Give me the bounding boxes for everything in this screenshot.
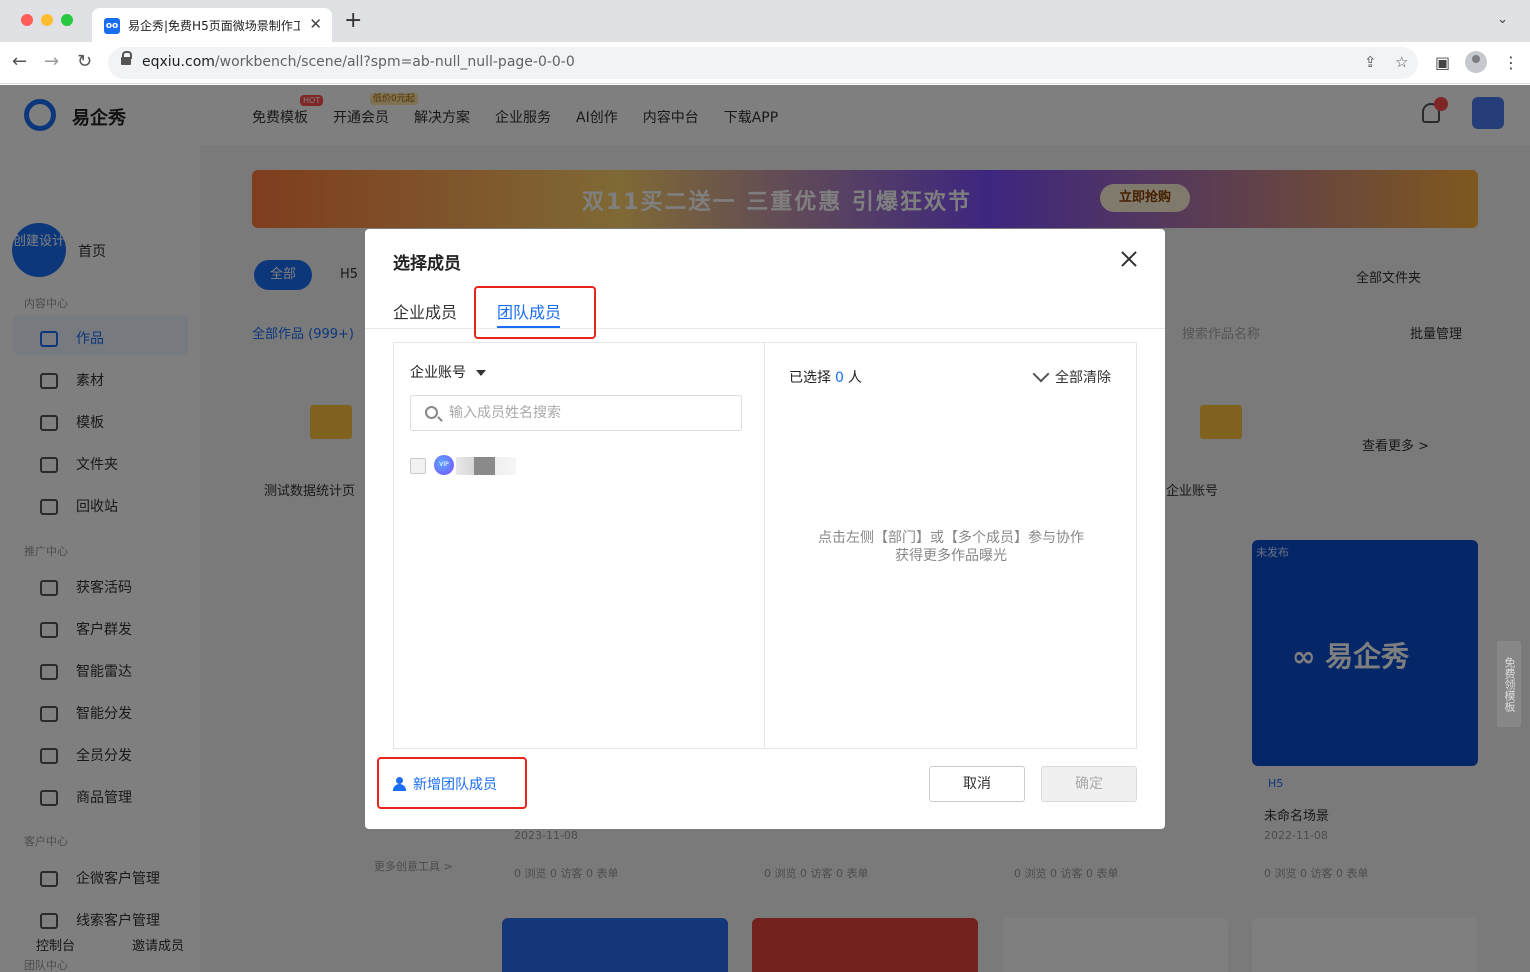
selected-members-pane: 已选择 0 人 全部清除 点击左侧【部门】或【多个成员】参与协作 获得更多作品曝光 — [765, 343, 1137, 748]
reload-icon[interactable]: ↻ — [77, 52, 92, 72]
close-icon[interactable] — [1117, 247, 1141, 271]
browser-tab-strip: oo 易企秀|免费H5页面微场景制作工 ✕ + ⌄ — [0, 0, 1530, 42]
tab-search-chevron-icon[interactable]: ⌄ — [1497, 12, 1508, 27]
new-tab-icon[interactable]: + — [344, 8, 362, 34]
tab-close-icon[interactable]: ✕ — [309, 15, 322, 33]
member-avatar: VIP — [434, 455, 454, 475]
member-checkbox[interactable] — [410, 458, 426, 474]
member-search-input[interactable] — [449, 398, 729, 428]
member-list-item[interactable]: VIP — [410, 455, 740, 479]
member-name-redacted — [456, 457, 516, 475]
selected-count-label: 已选择 0 人 — [789, 370, 862, 386]
profile-avatar-icon[interactable] — [1465, 51, 1487, 73]
browser-menu-icon[interactable]: ⋮ — [1503, 53, 1519, 72]
lock-icon[interactable] — [121, 51, 132, 68]
caret-down-icon — [476, 370, 486, 376]
forward-arrow-icon[interactable]: → — [44, 52, 59, 72]
clear-all-button[interactable]: 全部清除 — [1032, 365, 1111, 387]
back-arrow-icon[interactable]: ← — [12, 52, 27, 72]
minimize-window-button[interactable] — [41, 14, 53, 26]
cancel-button[interactable]: 取消 — [929, 766, 1025, 802]
bookmark-star-icon[interactable]: ☆ — [1395, 53, 1408, 71]
member-search-box[interactable] — [410, 395, 742, 431]
side-panel-icon[interactable]: ▣ — [1435, 53, 1450, 72]
maximize-window-button[interactable] — [61, 14, 73, 26]
site-favicon-icon: oo — [104, 18, 120, 34]
member-picker-panel: 企业账号 VIP 已选择0人 全部清除 点击左侧【部门】或【多个成员】参与协作 … — [393, 342, 1137, 749]
empty-hint-line: 点击左侧【部门】或【多个成员】参与协作 — [818, 530, 1084, 546]
select-members-dialog: 选择成员 企业成员 团队成员 企业账号 VIP 已选择0人 全部清除 点击左侧【… — [365, 229, 1165, 829]
account-type-select[interactable]: 企业账号 — [410, 362, 486, 382]
address-bar[interactable]: eqxiu.com/workbench/scene/all?spm=ab-nul… — [108, 47, 1418, 79]
confirm-button[interactable]: 确定 — [1041, 766, 1137, 802]
browser-tab[interactable]: oo 易企秀|免费H5页面微场景制作工 ✕ — [92, 8, 332, 42]
highlight-box — [474, 286, 596, 339]
search-icon — [425, 406, 438, 419]
tab-title: 易企秀|免费H5页面微场景制作工 — [128, 19, 300, 33]
share-icon[interactable]: ⇪ — [1364, 53, 1377, 71]
free-template-float-tab[interactable]: 免费领模板 — [1497, 641, 1521, 727]
close-window-button[interactable] — [21, 14, 33, 26]
tab-enterprise-members[interactable]: 企业成员 — [393, 299, 457, 323]
dialog-title: 选择成员 — [393, 254, 461, 274]
empty-hint-line: 获得更多作品曝光 — [895, 548, 1007, 564]
highlight-box — [377, 757, 527, 809]
address-toolbar: ← → ↻ eqxiu.com/workbench/scene/all?spm=… — [0, 42, 1530, 84]
broom-icon — [1032, 365, 1050, 383]
url-text: eqxiu.com/workbench/scene/all?spm=ab-nul… — [142, 54, 575, 70]
